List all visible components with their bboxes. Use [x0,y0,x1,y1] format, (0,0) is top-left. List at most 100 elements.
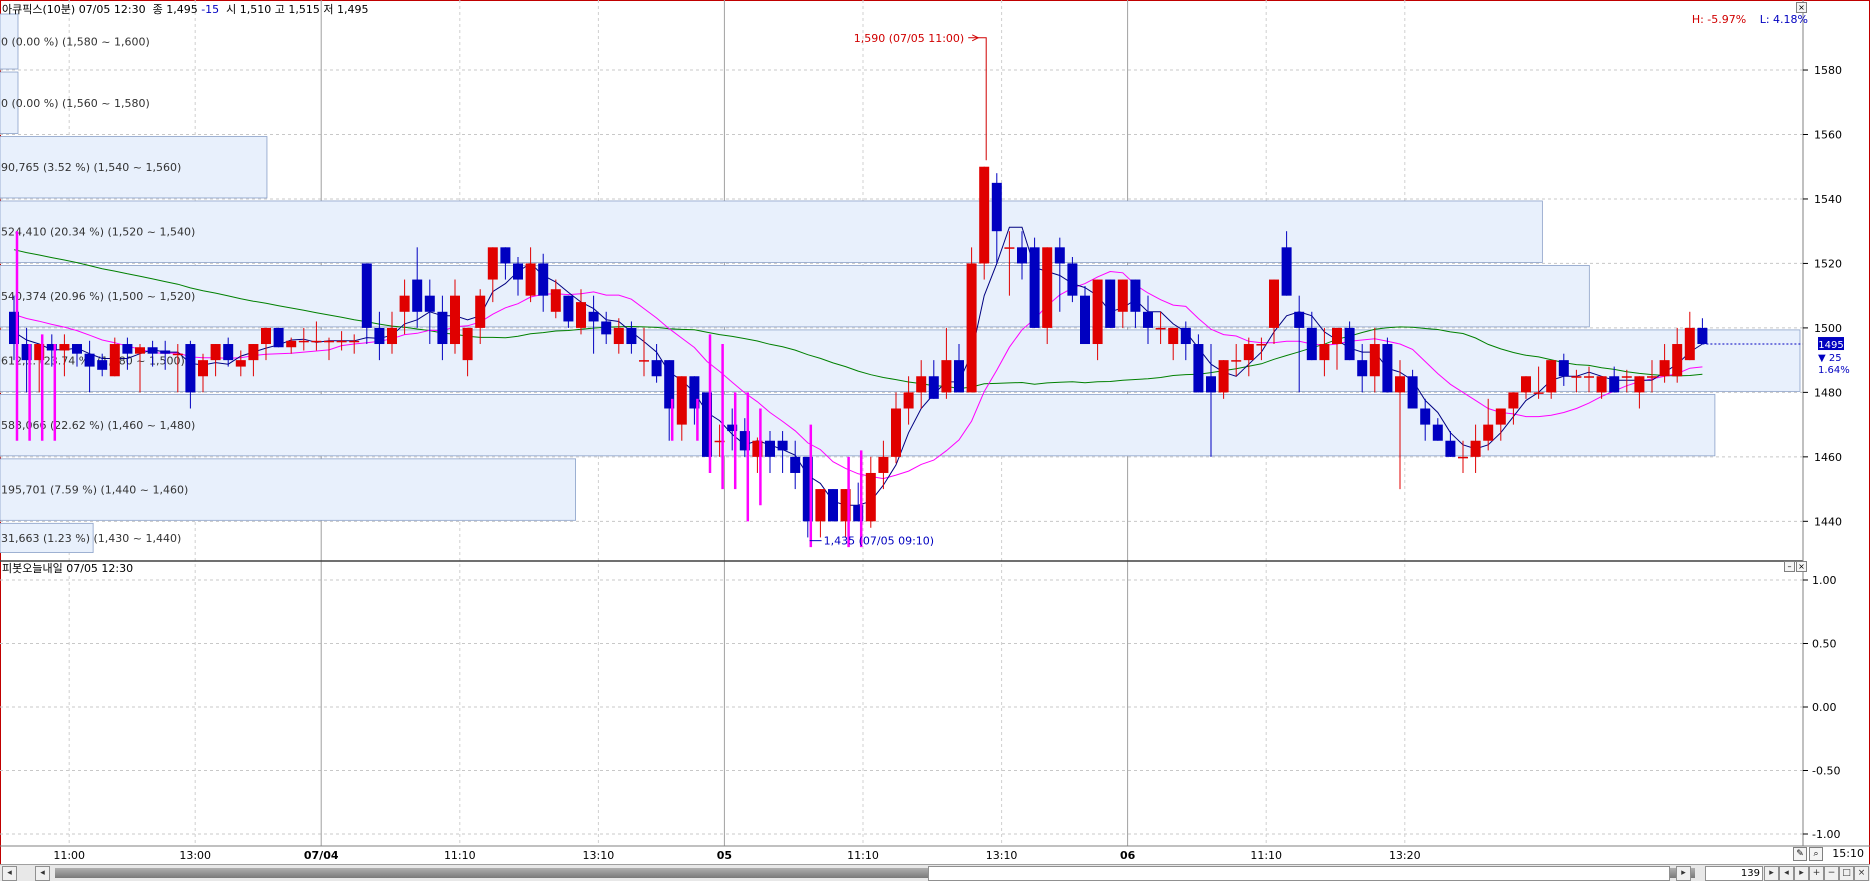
scroll-first-icon[interactable]: ◂ [2,866,17,881]
symbol-title: 아큐픽스(10분) [2,3,76,16]
candle-body [550,289,561,312]
volume-profile-label: 0 (0.00 %) (1,560 ~ 1,580) [1,97,150,110]
candle-body [1357,360,1368,377]
candle-body [1193,344,1204,393]
candle-body [387,327,397,345]
candle-body [916,376,927,393]
rewind-icon[interactable]: ◂ [1779,866,1794,881]
reset-zoom-icon[interactable]: □ [1839,866,1854,881]
candle-body [59,344,70,351]
candle-body [538,263,549,296]
indicator-tick-label: -0.50 [1812,765,1840,778]
time-tick-label: 07/04 [304,849,339,862]
zoom-in-icon[interactable]: + [1809,866,1824,881]
scroll-end-icon[interactable]: ▸ [1764,866,1779,881]
candle-body [1306,327,1317,361]
candle-body [1508,392,1519,409]
candle-body [1130,279,1141,312]
candle-body [865,472,876,522]
current-change-label: ▼ 25 [1818,353,1842,364]
candle-body [298,340,309,343]
time-tick-label: 11:10 [847,849,879,862]
candle-body [1168,327,1179,345]
price-tick-label: 1560 [1814,128,1842,141]
indicator-tick-label: 0.00 [1812,701,1837,714]
close-price: 종 1,495 [152,3,198,16]
candle-body [878,456,889,473]
candle-body [1546,360,1557,393]
scroll-right-icon[interactable]: ▸ [1676,866,1691,881]
minimize-pane-icon[interactable]: – [1784,561,1795,572]
price-tick-label: 1540 [1814,193,1842,206]
candle-body [1231,360,1242,362]
volume-profile-label: 195,701 (7.59 %) (1,440 ~ 1,460) [1,484,188,497]
candle-body [1206,376,1216,393]
candle-body [513,263,523,280]
candle-body [361,263,372,328]
zoom-out-icon[interactable]: − [1824,866,1839,881]
candle-body [1256,344,1267,346]
zoom-tool-icon[interactable]: ⌕ [1809,847,1823,861]
price-tick-label: 1440 [1814,515,1842,528]
indicator-tick-label: 0.50 [1812,638,1837,651]
candle-body [1281,247,1292,296]
price-tick-label: 1460 [1814,451,1842,464]
volume-profile-label: 90,765 (3.52 %) (1,540 ~ 1,560) [1,161,181,174]
close-indicator-icon[interactable]: × [1796,561,1807,572]
candle-body [588,311,599,322]
candle-body [790,456,801,473]
time-tick-label: 05 [717,849,732,862]
candle-body [1332,327,1342,345]
candle-body [210,344,221,361]
candle-body [765,440,775,457]
candle-body [1533,392,1544,394]
candle-body [462,327,473,361]
time-tick-label: 13:10 [986,849,1018,862]
time-tick-label: 11:10 [1250,849,1282,862]
candle-body [1634,376,1645,393]
ohl-values: 시 1,510 고 1,515 저 1,495 [226,3,369,16]
candle-body [72,344,82,354]
candle-body [601,321,612,335]
candle-body [1445,440,1456,457]
candle-body [1042,247,1053,328]
scroll-thumb[interactable] [928,866,1670,881]
candle-body [1470,440,1481,457]
close-scroll-icon[interactable]: × [1854,866,1869,881]
candle-body [1395,376,1405,393]
price-chart[interactable]: 0 (0.00 %) (1,580 ~ 1,600) 0 (0.00 %) (1,… [0,0,1870,864]
time-tick-label: 13:20 [1389,849,1421,862]
candle-body [903,392,914,409]
candle-body [1382,344,1393,393]
candle-body [563,295,574,322]
candle-body [261,327,271,345]
candle-body [1180,327,1191,345]
scroll-left-icon[interactable]: ◂ [35,866,50,881]
chart-scrollbar[interactable]: ◂ ◂ ▸ 139 ▸ ◂ ▸ + − □ × [0,864,1870,881]
bar-count[interactable]: 139 [1705,866,1763,881]
candle-body [475,295,486,328]
volume-profile-label: 524,410 (20.34 %) (1,520 ~ 1,540) [1,226,195,239]
forward-icon[interactable]: ▸ [1794,866,1809,881]
candle-body [1596,376,1607,393]
candle-body [1558,360,1569,377]
candle-body [412,279,423,312]
indicator-header: 피봇오늘내일 07/05 12:30 [2,560,133,576]
candle-body [349,340,360,343]
current-price-label: 1495 [1818,340,1843,351]
candle-body [286,340,297,348]
candle-body [954,360,964,393]
draw-tool-icon[interactable]: ✎ [1793,847,1807,861]
current-time: 15:10 [1832,847,1864,860]
time-tick-label: 11:00 [53,849,85,862]
current-pct-label: 1.64% [1818,365,1850,376]
close-pane-icon[interactable]: × [1796,2,1807,13]
price-tick-label: 1480 [1814,386,1842,399]
candle-body [273,327,284,348]
volume-profile-label: 31,663 (1.23 %) (1,430 ~ 1,440) [1,532,181,545]
candle-body [1571,376,1582,378]
candle-body [1004,247,1015,249]
candle-body [487,247,498,280]
candle-body [185,344,196,393]
candle-body [1080,295,1090,345]
